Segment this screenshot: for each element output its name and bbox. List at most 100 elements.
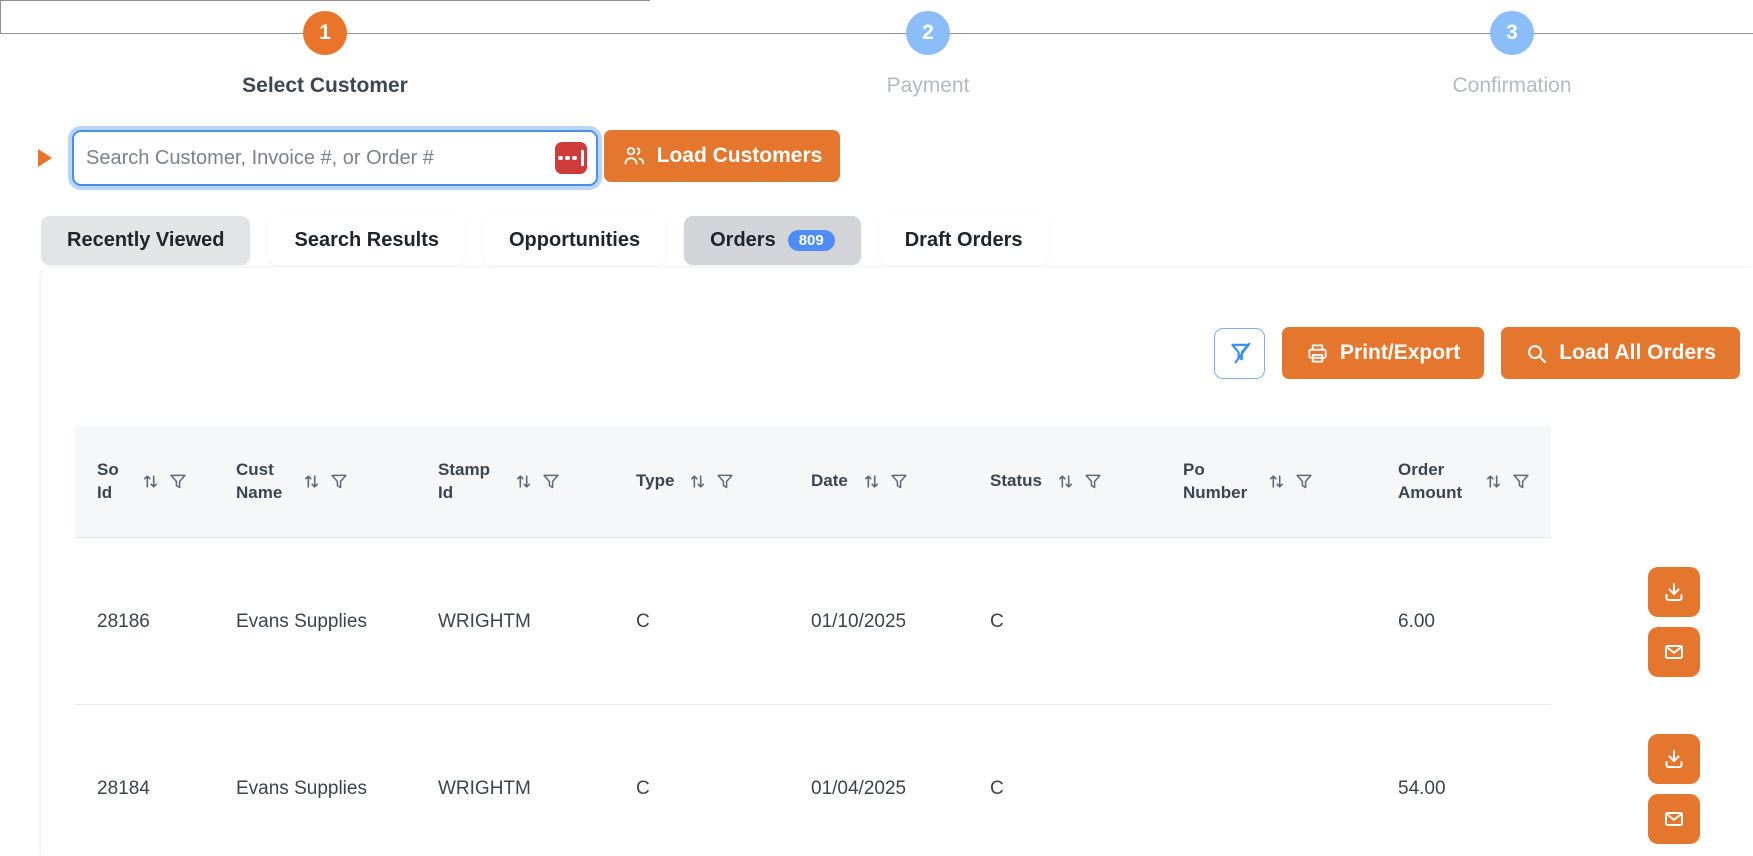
sort-arrows-icon[interactable] [515,473,532,490]
column-label: Type [636,471,675,491]
column-label: Cust Name [236,460,283,502]
column-label: Date [811,471,848,491]
download-icon [1665,582,1683,601]
tab-label: Draft Orders [904,229,1023,251]
orders-toolbar: Print/Export Load All Orders [1214,327,1740,379]
step-2-label: Payment [886,74,970,97]
sort-arrows-icon[interactable] [1268,473,1285,490]
sort-arrows-icon[interactable] [863,473,880,490]
download-order-button[interactable] [1648,733,1700,784]
email-order-button[interactable] [1648,793,1700,844]
cell-status: C [990,777,1004,799]
column-header-type: Type [636,470,811,492]
step-3-number: 3 [1506,21,1518,44]
customer-search-field [72,130,598,186]
step-3-circle[interactable]: 3 [1490,11,1534,55]
funnel-icon[interactable] [1512,473,1530,490]
cell-date: 01/10/2025 [811,610,907,632]
sort-arrows-icon[interactable] [689,473,706,490]
tab-label: Search Results [294,229,439,251]
step-2-circle[interactable]: 2 [906,11,950,55]
tab-orders[interactable]: Orders 809 [684,216,861,265]
form-fill-icon[interactable] [555,142,587,174]
order-row[interactable]: 28184 Evans Supplies WRIGHTM C 01/04/202… [41,705,1753,856]
funnel-icon[interactable] [890,473,908,490]
customer-search-input[interactable] [74,132,555,184]
tab-recently-viewed[interactable]: Recently Viewed [41,216,251,265]
email-icon [1665,644,1683,659]
load-all-orders-button[interactable]: Load All Orders [1501,327,1740,379]
step-3-label: Confirmation [1452,74,1572,97]
top-border-line [0,0,650,1]
step-1-circle[interactable]: 1 [303,11,347,55]
cell-cust-name: Evans Supplies [236,777,367,799]
order-row[interactable]: 28186 Evans Supplies WRIGHTM C 01/10/202… [41,538,1753,705]
column-header-so-id: So Id [97,459,236,504]
funnel-icon[interactable] [716,473,734,490]
cell-stamp-id: WRIGHTM [438,777,531,799]
tab-search-results[interactable]: Search Results [268,216,465,265]
column-label: Po Number [1183,460,1248,502]
sort-arrows-icon[interactable] [303,473,320,490]
column-label: So Id [97,460,119,502]
funnel-icon[interactable] [1084,473,1102,490]
cell-so-id: 28186 [97,610,150,632]
cell-date: 01/04/2025 [811,777,907,799]
cell-cust-name: Evans Supplies [236,610,367,632]
step-2-number: 2 [922,21,934,44]
column-header-date: Date [811,470,990,492]
cell-order-amount: 54.00 [1398,777,1446,799]
tab-label: Opportunities [509,229,641,251]
load-customers-label: Load Customers [656,144,823,167]
column-header-po-number: Po Number [1183,459,1398,504]
row-actions [1648,566,1700,677]
results-tabbar: Recently Viewed Search Results Opportuni… [41,216,1049,265]
print-export-button[interactable]: Print/Export [1282,327,1485,379]
tab-opportunities[interactable]: Opportunities [483,216,667,265]
orders-table-header: So Id Cust Name Stamp Id Type Date Statu… [75,426,1551,538]
orders-panel: Print/Export Load All Orders So Id Cust … [41,268,1753,856]
cell-so-id: 28184 [97,777,150,799]
tab-label: Orders [710,229,776,251]
step-1-label: Select Customer [242,74,408,97]
load-customers-button[interactable]: Load Customers [604,130,840,182]
orders-table-body: 28186 Evans Supplies WRIGHTM C 01/10/202… [41,538,1753,856]
step-1-number: 1 [319,21,331,44]
cell-type: C [636,610,650,632]
cell-type: C [636,777,650,799]
left-border-line [0,0,1,34]
funnel-icon[interactable] [542,473,560,490]
download-icon [1665,749,1683,768]
printer-icon [1308,343,1327,363]
column-header-stamp-id: Stamp Id [438,459,636,504]
tab-draft-orders[interactable]: Draft Orders [878,216,1049,265]
load-all-orders-label: Load All Orders [1559,341,1716,364]
download-order-button[interactable] [1648,566,1700,617]
sort-arrows-icon[interactable] [142,473,159,490]
column-label: Stamp Id [438,460,490,502]
email-icon [1665,811,1683,826]
orders-count-badge: 809 [787,230,835,251]
tab-label: Recently Viewed [67,229,225,251]
cell-order-amount: 6.00 [1398,610,1435,632]
row-actions [1648,733,1700,844]
column-label: Status [990,471,1042,491]
clear-filters-button[interactable] [1214,327,1266,379]
sort-arrows-icon[interactable] [1057,473,1074,490]
email-order-button[interactable] [1648,626,1700,677]
pointer-triangle-icon [38,149,52,167]
funnel-icon[interactable] [1295,473,1313,490]
funnel-icon[interactable] [169,473,187,490]
column-header-cust-name: Cust Name [236,459,438,504]
cell-status: C [990,610,1004,632]
column-header-status: Status [990,470,1183,492]
filter-slash-icon [1230,342,1250,364]
sort-arrows-icon[interactable] [1485,473,1502,490]
print-export-label: Print/Export [1340,341,1461,364]
funnel-icon[interactable] [330,473,348,490]
people-icon [624,147,644,165]
column-header-order-amount: Order Amount [1398,459,1551,504]
search-icon [1528,344,1547,363]
column-label: Order Amount [1398,460,1463,502]
cell-stamp-id: WRIGHTM [438,610,531,632]
